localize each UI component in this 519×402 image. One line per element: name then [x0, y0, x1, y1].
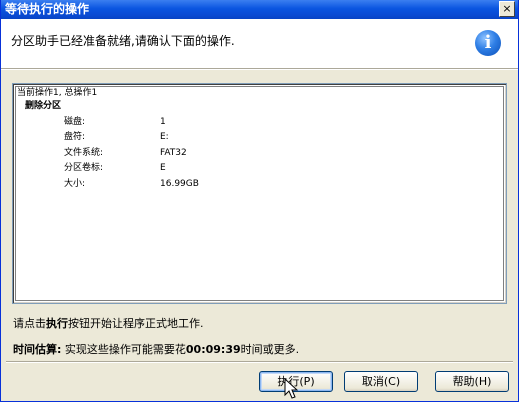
mouse-cursor-icon — [284, 378, 299, 399]
field-label-filesystem: 文件系统: — [64, 148, 104, 158]
cancel-button[interactable]: 取消(C) — [344, 371, 418, 392]
header-divider — [1, 68, 518, 70]
time-estimate: 时间估算: 实现这些操作可能需要花00:09:39时间或更多. — [13, 341, 299, 357]
field-label-drive-letter: 盘符: — [64, 132, 86, 142]
field-value-size: 16.99GB — [160, 179, 199, 189]
help-button[interactable]: 帮助(H) — [435, 371, 509, 392]
field-label-size: 大小: — [64, 179, 86, 189]
field-label-volume-label: 分区卷标: — [64, 163, 104, 173]
instruction-prefix: 请点击 — [13, 317, 46, 330]
estimate-prefix: 实现这些操作可能需要花 — [61, 343, 186, 356]
pending-operations-dialog: 等待执行的操作 × 分区助手已经准备就绪,请确认下面的操作. i 当前操作1, … — [0, 0, 519, 402]
instruction-text: 请点击执行按钮开始让程序正式地工作. — [13, 315, 204, 331]
field-value-volume-label: E — [160, 163, 166, 173]
window-title: 等待执行的操作 — [5, 2, 90, 16]
instruction-bold: 执行 — [46, 317, 68, 330]
field-value-disk: 1 — [160, 117, 166, 127]
close-button[interactable]: × — [499, 1, 515, 17]
current-operation-line: 当前操作1, 总操作1 — [17, 88, 98, 98]
footer-divider — [6, 361, 513, 363]
instruction-suffix: 按钮开始让程序正式地工作. — [68, 317, 204, 330]
title-bar[interactable]: 等待执行的操作 × — [1, 0, 518, 19]
operations-list-frame — [15, 86, 504, 301]
field-value-filesystem: FAT32 — [160, 148, 187, 158]
operation-title: 删除分区 — [25, 101, 62, 111]
header-panel: 分区助手已经准备就绪,请确认下面的操作. i — [1, 19, 518, 68]
field-label-disk: 磁盘: — [64, 117, 86, 127]
info-icon: i — [475, 30, 501, 56]
estimate-suffix: 时间或更多. — [240, 343, 300, 356]
header-message: 分区助手已经准备就绪,请确认下面的操作. — [11, 34, 235, 48]
operations-list[interactable]: 当前操作1, 总操作1 删除分区 磁盘: 1 盘符: E: 文件系统: FAT3… — [12, 83, 507, 304]
estimate-time: 00:09:39 — [185, 343, 241, 356]
estimate-label: 时间估算: — [13, 343, 62, 356]
field-value-drive-letter: E: — [160, 132, 169, 142]
